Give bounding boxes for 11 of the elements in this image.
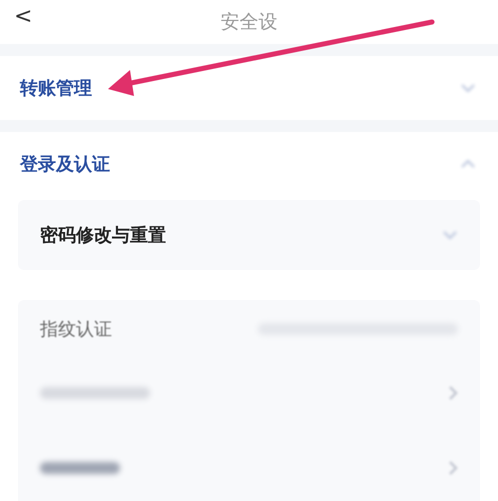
menu-item-label: 指纹认证 — [40, 318, 112, 341]
chevron-down-icon — [460, 83, 476, 93]
chevron-down-icon — [442, 230, 458, 240]
chevron-up-icon — [460, 159, 476, 169]
section-title[interactable]: 登录及认证 — [20, 152, 110, 176]
section-title[interactable]: 转账管理 — [20, 76, 92, 100]
chevron-right-icon — [448, 385, 458, 401]
chevron-right-icon — [448, 460, 458, 476]
back-button[interactable]: < — [8, 4, 38, 29]
page-title: 安全设 — [220, 10, 278, 35]
menu-item-label[interactable]: 密码修改与重置 — [40, 223, 166, 247]
